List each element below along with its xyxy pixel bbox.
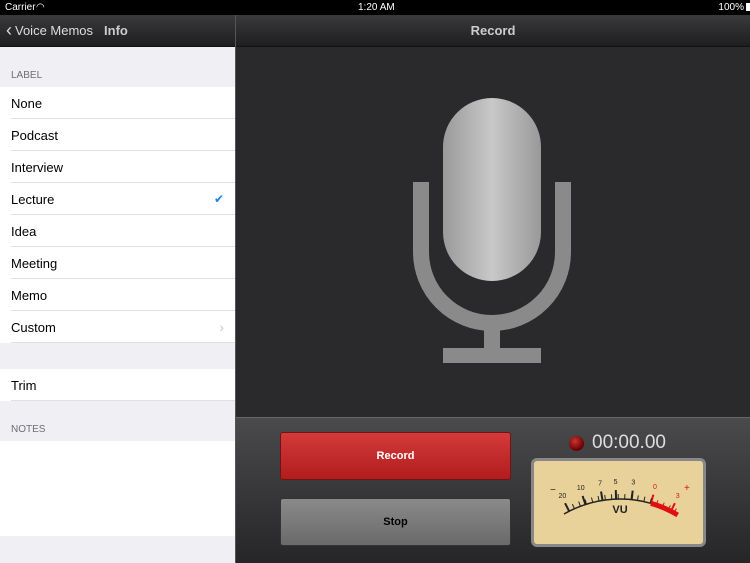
label-section-header: LABEL	[11, 70, 43, 81]
label-option-text: Meeting	[11, 255, 58, 271]
vu-minor-tick	[643, 496, 646, 502]
record-panel: Record Record Stop 00:00.00 20 10 7 5 3 0 3 − + V…	[235, 15, 750, 563]
trim-row[interactable]: Trim	[0, 369, 235, 401]
vu-minor-tick	[591, 497, 594, 503]
carrier: Carrier	[5, 2, 36, 13]
label-option-text: None	[11, 95, 43, 111]
vu-label: VU	[612, 504, 627, 516]
label-option-text: Memo	[11, 287, 48, 303]
record-controls: Record Stop 00:00.00 20 10 7 5 3 0 3 − + VU	[236, 417, 750, 563]
label-option-text: Interview	[11, 159, 64, 175]
label-option-idea[interactable]: Idea	[0, 215, 235, 247]
label-option-none[interactable]: None	[0, 87, 235, 119]
record-nav-bar: Record	[236, 15, 750, 47]
label-option-podcast[interactable]: Podcast	[0, 119, 235, 151]
info-panel: ‹ Voice Memos Info LABEL None Podcast Inter…	[0, 15, 235, 563]
vu-plus: +	[684, 483, 690, 494]
label-option-lecture[interactable]: Lecture ✔	[0, 183, 235, 215]
label-option-meeting[interactable]: Meeting	[0, 247, 235, 279]
label-option-text: Lecture	[11, 191, 55, 207]
stop-button[interactable]: Stop	[280, 498, 511, 546]
label-option-text: Podcast	[11, 127, 58, 143]
vu-tick	[564, 502, 571, 512]
vu-arc	[563, 498, 652, 515]
vu-minus: −	[550, 485, 556, 496]
vu-minor-tick	[604, 494, 606, 501]
label-option-text: Idea	[11, 223, 37, 239]
vu-tick-label: 3	[631, 480, 635, 487]
vu-meter: 20 10 7 5 3 0 3 − + VU	[531, 458, 706, 547]
vu-tick-label: 5	[614, 479, 618, 486]
checkmark-icon: ✔	[213, 192, 224, 206]
label-option-custom[interactable]: Custom ›	[0, 311, 235, 343]
microphone-icon	[413, 98, 571, 363]
trim-label: Trim	[11, 377, 37, 393]
label-option-memo[interactable]: Memo	[0, 279, 235, 311]
notes-field[interactable]	[0, 441, 235, 536]
vu-scale: 20 10 7 5 3 0 3 − + VU	[550, 479, 690, 518]
chevron-left-icon: ‹	[6, 20, 12, 40]
battery-icon	[746, 3, 750, 11]
notes-section-header: NOTES	[11, 424, 46, 435]
status-bar: Carrier ◠ 1:20 AM 100%	[0, 0, 750, 15]
vu-tick-label: 10	[577, 485, 585, 492]
vu-minor-tick	[637, 495, 639, 501]
nav-title: Record	[470, 23, 516, 38]
vu-tick-label: 0	[653, 484, 657, 491]
vu-minor-tick	[597, 495, 600, 502]
timer: 00:00.00	[569, 432, 666, 454]
vu-tick-label: 7	[598, 481, 602, 488]
label-option-text: Custom	[11, 319, 56, 335]
clock: 1:20 AM	[358, 2, 395, 13]
wifi-icon: ◠	[36, 2, 45, 13]
back-label: Voice Memos	[15, 23, 94, 38]
battery: 100%	[718, 2, 744, 13]
nav-title: Info	[104, 23, 128, 38]
chevron-right-icon: ›	[219, 319, 224, 335]
back-button[interactable]: ‹ Voice Memos	[0, 20, 93, 41]
vu-tick-label: 20	[558, 493, 566, 500]
info-nav-bar: ‹ Voice Memos Info	[0, 15, 235, 47]
record-indicator-icon	[569, 435, 584, 451]
record-button[interactable]: Record	[280, 432, 511, 480]
vu-tick-label: 3	[676, 493, 680, 500]
vu-tick	[600, 491, 604, 501]
vu-minor-tick	[578, 501, 581, 507]
vu-minor-tick	[571, 503, 575, 509]
timer-value: 00:00.00	[592, 432, 666, 453]
microphone-stage	[236, 47, 750, 417]
label-option-interview[interactable]: Interview	[0, 151, 235, 183]
